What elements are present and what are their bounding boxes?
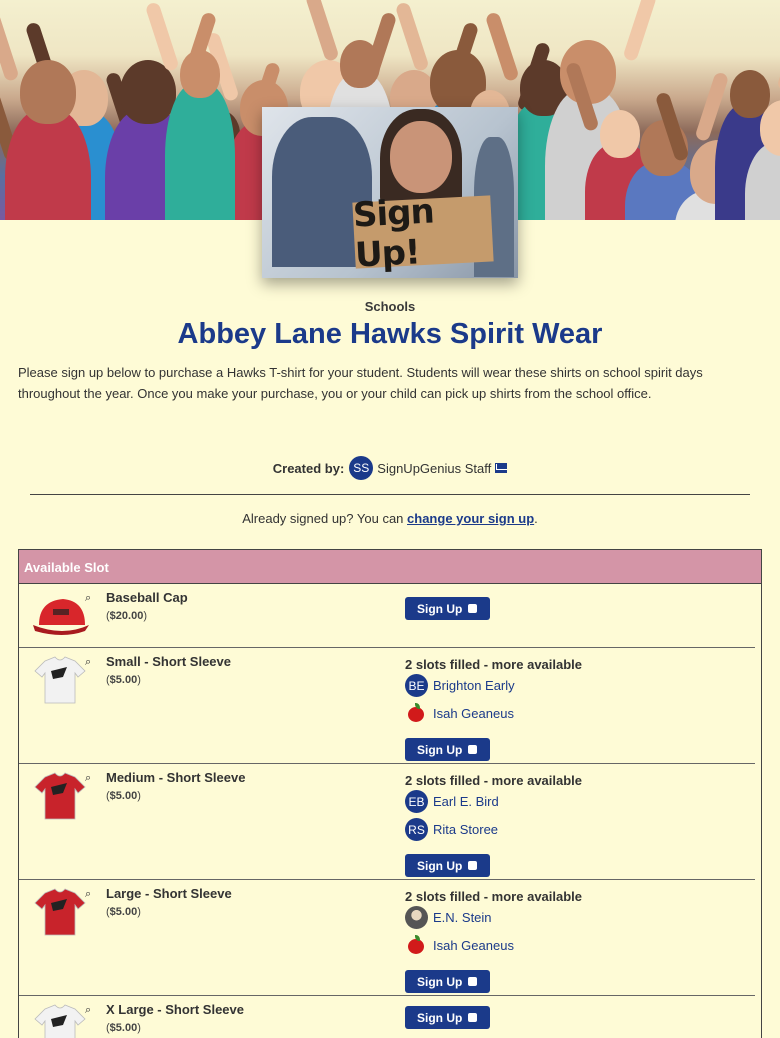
participant: Isah Geaneus (405, 934, 514, 957)
crowd-body (5, 110, 91, 220)
participant: Isah Geaneus (405, 702, 514, 725)
participant-name: E.N. Stein (433, 910, 492, 925)
participant-name: Isah Geaneus (433, 706, 514, 721)
slot-status: 2 slots filled - more available (405, 657, 583, 672)
item-name: X Large - Short Sleeve (106, 1002, 244, 1017)
checkbox-icon (468, 604, 477, 613)
created-by: Created by: SS SignUpGenius Staff (0, 456, 780, 480)
price-value: $5.00 (109, 790, 138, 802)
signup-button-label: Sign Up (417, 858, 463, 873)
checkbox-icon (468, 861, 477, 870)
signup-button[interactable]: Sign Up (405, 738, 490, 761)
price-value: $5.00 (109, 906, 138, 918)
price-value: $20.00 (109, 610, 144, 622)
crowd-face (340, 40, 380, 88)
raised-arm (394, 1, 430, 73)
apple-icon (405, 702, 428, 725)
item-price: ($5.00) (106, 1022, 141, 1034)
participant: EB Earl E. Bird (405, 790, 499, 813)
participant-name: Isah Geaneus (433, 938, 514, 953)
created-by-label: Created by: (272, 460, 345, 476)
participant-initials-avatar: RS (405, 818, 428, 841)
signup-button[interactable]: Sign Up (405, 597, 490, 620)
zoom-icon[interactable]: ⌕ (85, 656, 91, 669)
apple-icon (405, 934, 428, 957)
zoom-icon[interactable]: ⌕ (85, 1004, 91, 1017)
slot-status: 2 slots filled - more available (405, 773, 583, 788)
signup-button-label: Sign Up (417, 742, 463, 757)
signup-button[interactable]: Sign Up (405, 854, 490, 877)
slot-status: 2 slots filled - more available (405, 889, 583, 904)
item-price: ($5.00) (106, 906, 141, 918)
item-price: ($20.00) (106, 610, 147, 622)
slot-row: ⌕ Medium - Short Sleeve ($5.00) 2 slots fil… (19, 764, 755, 880)
participant-initials-avatar: EB (405, 790, 428, 813)
email-icon[interactable] (495, 463, 508, 473)
item-name: Large - Short Sleeve (106, 886, 232, 901)
participant: BE Brighton Early (405, 674, 515, 697)
participant: E.N. Stein (405, 906, 492, 929)
slot-rows: ⌕ Baseball Cap ($20.00) Sign Up ⌕ Small - Sho… (19, 584, 761, 1038)
raised-arm (776, 21, 780, 93)
signup-button-label: Sign Up (417, 974, 463, 989)
crowd-body (165, 84, 235, 220)
crowd-face (20, 60, 76, 124)
participant: RS Rita Storee (405, 818, 498, 841)
raised-arm (622, 0, 658, 63)
slots-table: Available Slot ⌕ Baseball Cap ($20.00) Sign… (18, 549, 762, 1038)
slot-row: ⌕ Small - Short Sleeve ($5.00) 2 slots fill… (19, 648, 755, 764)
zoom-icon[interactable]: ⌕ (85, 592, 91, 605)
zoom-icon[interactable]: ⌕ (85, 772, 91, 785)
participant-name: Brighton Early (433, 678, 515, 693)
checkbox-icon (468, 1013, 477, 1022)
divider (30, 494, 750, 495)
already-text: Already signed up? You can (242, 511, 408, 526)
participant-name: Rita Storee (433, 822, 499, 837)
girl-face (390, 121, 452, 193)
slot-row: ⌕ Large - Short Sleeve ($5.00) 2 slots fill… (19, 880, 755, 996)
signup-button[interactable]: Sign Up (405, 1006, 490, 1029)
raised-arm (304, 0, 340, 63)
signup-feature-photo: Sign Up! (262, 107, 518, 278)
creator-name: SignUpGenius Staff (377, 460, 492, 476)
signup-button-label: Sign Up (417, 601, 463, 616)
already-suffix: . (534, 511, 538, 526)
item-name: Baseball Cap (106, 590, 188, 605)
checkbox-icon (468, 977, 477, 986)
checkbox-icon (468, 745, 477, 754)
signup-button[interactable]: Sign Up (405, 970, 490, 993)
slot-row: ⌕ X Large - Short Sleeve ($5.00) Sign Up (19, 996, 755, 1038)
item-price: ($5.00) (106, 790, 141, 802)
category-label: Schools (364, 299, 416, 314)
page-description: Please sign up below to purchase a Hawks… (18, 365, 703, 401)
raised-arm (0, 11, 20, 83)
item-name: Small - Short Sleeve (106, 654, 231, 669)
slot-row: ⌕ Baseball Cap ($20.00) Sign Up (19, 584, 755, 648)
crowd-face (180, 50, 220, 98)
signup-button-label: Sign Up (417, 1010, 463, 1025)
participant-name: Earl E. Bird (433, 794, 499, 809)
creator-avatar: SS (349, 456, 374, 480)
crowd-face (600, 110, 640, 158)
page-title: Abbey Lane Hawks Spirit Wear (177, 318, 603, 350)
price-value: $5.00 (109, 674, 138, 686)
signup-sign: Sign Up! (352, 191, 494, 276)
participant-initials-avatar: BE (405, 674, 428, 697)
slots-header: Available Slot (19, 550, 761, 584)
item-price: ($5.00) (106, 674, 141, 686)
raised-arm (484, 11, 520, 83)
change-signup-link[interactable]: change your sign up (407, 511, 534, 526)
price-value: $5.00 (109, 1022, 138, 1034)
already-signed-up: Already signed up? You can change your s… (0, 511, 780, 526)
portrait-avatar-icon (405, 906, 428, 929)
item-name: Medium - Short Sleeve (106, 770, 246, 785)
zoom-icon[interactable]: ⌕ (85, 888, 91, 901)
